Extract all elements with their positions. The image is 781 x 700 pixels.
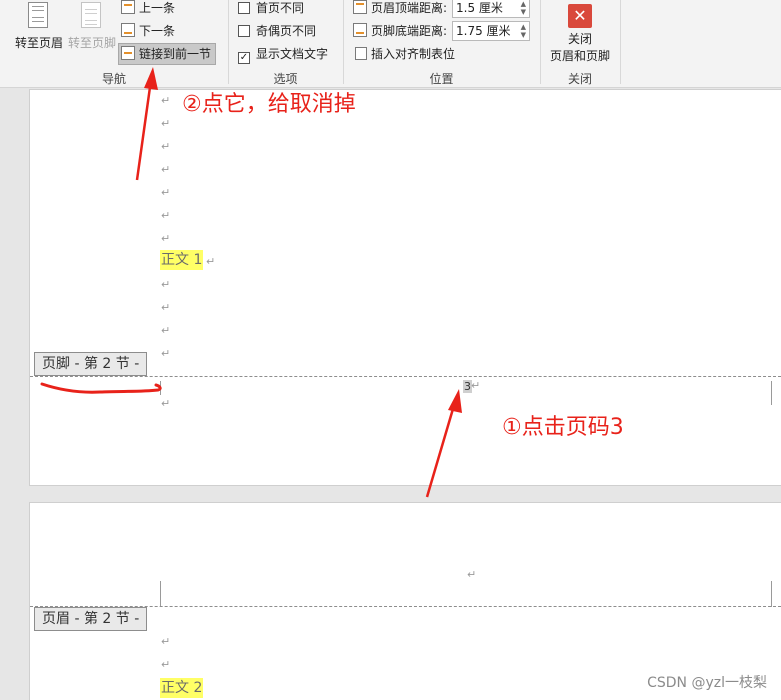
checkbox-unchecked-icon <box>238 2 250 14</box>
group-label-options: 选项 <box>273 72 298 86</box>
footer-position-icon <box>353 23 367 37</box>
ribbon-header-footer-tools: 转至页眉 转至页脚 上一条 下一条 链接到前一节 导航 首页不同 奇偶页不同 ✓… <box>0 0 781 88</box>
different-first-page-label: 首页不同 <box>256 1 305 15</box>
goto-header-label: 转至页眉 <box>14 36 63 50</box>
paragraph-mark: ↵ <box>467 568 477 581</box>
document-page-1[interactable] <box>29 89 781 486</box>
paragraph-mark: ↵ <box>161 397 171 410</box>
link-to-previous-button[interactable]: 链接到前一节 <box>118 43 217 65</box>
watermark: CSDN @yzl一枝梨 <box>647 675 767 691</box>
header-from-top-spinner[interactable]: 1.5 厘米 ▲ ▼ <box>452 0 530 18</box>
goto-footer-label: 转至页脚 <box>67 36 116 50</box>
paragraph-mark: ↵ <box>161 117 171 130</box>
margin-corner-marker <box>771 381 772 405</box>
paragraph-mark: ↵ <box>471 379 481 392</box>
checkbox-unchecked-icon <box>238 25 250 37</box>
group-divider <box>620 0 621 84</box>
spinner-arrows-icon[interactable]: ▲ ▼ <box>521 23 526 39</box>
close-label-line2: 页眉和页脚 <box>549 49 610 63</box>
next-section-label: 下一条 <box>139 24 176 38</box>
close-icon: ✕ <box>568 4 592 28</box>
group-label-position: 位置 <box>429 72 454 86</box>
annotation-step1: ①点击页码3 <box>502 415 624 440</box>
document-page-2[interactable] <box>29 502 781 700</box>
paragraph-mark: ↵ <box>161 186 171 199</box>
paragraph-mark: ↵ <box>161 94 171 107</box>
margin-corner-marker <box>160 581 161 607</box>
different-odd-even-label: 奇偶页不同 <box>256 24 317 38</box>
close-header-footer-button[interactable]: ✕ 关闭 页眉和页脚 <box>546 0 614 64</box>
footer-from-bottom-label: 页脚底端距离: <box>371 24 448 38</box>
footer-from-bottom-label-row: 页脚底端距离: <box>353 21 447 41</box>
header-document-icon <box>28 2 48 28</box>
paragraph-mark: ↵ <box>206 255 216 268</box>
paragraph-mark: ↵ <box>161 635 171 648</box>
link-to-previous-label: 链接到前一节 <box>139 47 212 61</box>
previous-section-icon <box>121 0 135 14</box>
body-text-1[interactable]: 正文 1 <box>160 250 204 270</box>
group-label-close: 关闭 <box>567 72 592 86</box>
goto-footer-button: 转至页脚 <box>66 0 118 51</box>
paragraph-mark: ↵ <box>161 163 171 176</box>
header-section-tag: 页眉 - 第 2 节 - <box>34 607 148 631</box>
header-from-top-value: 1.5 厘米 <box>456 1 503 15</box>
paragraph-mark: ↵ <box>161 209 171 222</box>
link-to-previous-icon <box>121 46 135 60</box>
paragraph-mark: ↵ <box>161 324 171 337</box>
paragraph-mark: ↵ <box>161 301 171 314</box>
spinner-arrows-icon[interactable]: ▲ ▼ <box>521 0 526 16</box>
paragraph-mark: ↵ <box>161 232 171 245</box>
alignment-tab-icon <box>355 47 367 60</box>
insert-alignment-tab-label: 插入对齐制表位 <box>371 47 456 61</box>
paragraph-mark: ↵ <box>161 658 171 671</box>
header-from-top-label-row: 页眉顶端距离: <box>353 0 447 18</box>
next-section-button[interactable]: 下一条 <box>121 21 175 41</box>
group-label-navigation: 导航 <box>101 72 126 86</box>
footer-document-icon <box>81 2 101 28</box>
paragraph-mark: ↵ <box>161 140 171 153</box>
show-document-text-label: 显示文档文字 <box>256 47 329 61</box>
margin-corner-marker <box>160 381 161 395</box>
margin-corner-marker <box>771 581 772 607</box>
next-section-icon <box>121 23 135 37</box>
footer-from-bottom-value: 1.75 厘米 <box>456 24 511 38</box>
header-from-top-label: 页眉顶端距离: <box>371 1 448 15</box>
close-label-line1: 关闭 <box>567 32 592 46</box>
annotation-step2: ②点它，给取消掉 <box>182 92 356 117</box>
footer-from-bottom-spinner[interactable]: 1.75 厘米 ▲ ▼ <box>452 21 530 41</box>
paragraph-mark: ↵ <box>161 347 171 360</box>
goto-header-button[interactable]: 转至页眉 <box>12 0 66 51</box>
footer-section-tag: 页脚 - 第 2 节 - <box>34 352 148 376</box>
body-text-2[interactable]: 正文 2 <box>160 678 204 698</box>
previous-section-button[interactable]: 上一条 <box>121 0 175 18</box>
paragraph-mark: ↵ <box>161 278 171 291</box>
checkbox-checked-icon: ✓ <box>238 52 250 64</box>
different-first-page-checkbox[interactable]: 首页不同 <box>238 0 304 18</box>
previous-section-label: 上一条 <box>139 1 176 15</box>
show-document-text-checkbox[interactable]: ✓ 显示文档文字 <box>238 44 328 64</box>
header-position-icon <box>353 0 367 14</box>
different-odd-even-checkbox[interactable]: 奇偶页不同 <box>238 21 316 41</box>
footer-boundary-line <box>30 376 781 377</box>
insert-alignment-tab-button[interactable]: 插入对齐制表位 <box>355 44 455 64</box>
